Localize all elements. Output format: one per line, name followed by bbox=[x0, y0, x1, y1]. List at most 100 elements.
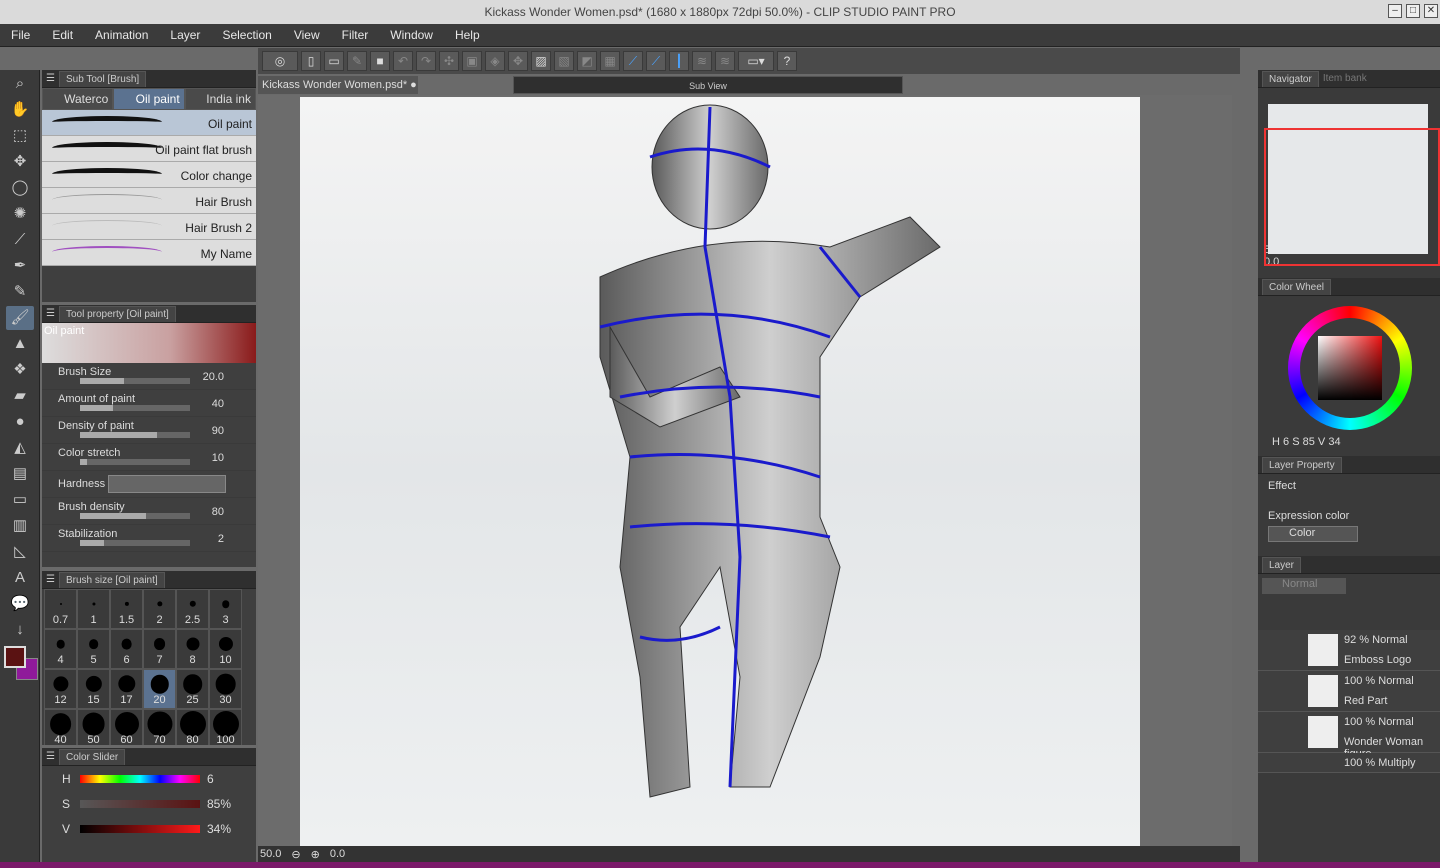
brush-size-option[interactable]: 2 bbox=[143, 589, 176, 629]
layout-dropdown-icon[interactable]: ▭▾ bbox=[738, 51, 774, 71]
brush-size-option[interactable]: 60 bbox=[110, 709, 143, 745]
property-row[interactable]: Brush density 80 bbox=[42, 498, 256, 525]
brush-size-option[interactable]: 100 bbox=[209, 709, 242, 745]
brush-size-option[interactable]: 5 bbox=[77, 629, 110, 669]
help-icon[interactable]: ? bbox=[777, 51, 797, 71]
blend-mode-select[interactable]: Normal bbox=[1262, 578, 1346, 594]
clip-studio-icon[interactable]: ◎ bbox=[262, 51, 298, 71]
minimize-button[interactable]: – bbox=[1388, 4, 1402, 18]
menu-layer[interactable]: Layer bbox=[159, 28, 211, 42]
transform-icon[interactable]: ✥ bbox=[508, 51, 528, 71]
save-icon[interactable]: ■ bbox=[370, 51, 390, 71]
hardness-selector[interactable] bbox=[108, 475, 226, 493]
airbrush-icon[interactable]: ▲ bbox=[6, 332, 34, 356]
property-row[interactable]: Density of paint 90 bbox=[42, 417, 256, 444]
brush-icon[interactable]: 🖌 bbox=[6, 306, 34, 330]
layer-row[interactable]: 100 % Normal Red Part bbox=[1258, 671, 1440, 712]
brush-size-option[interactable]: 80 bbox=[176, 709, 209, 745]
deselect-icon[interactable]: ▧ bbox=[554, 51, 574, 71]
brush-item[interactable]: Color change bbox=[42, 162, 256, 188]
tab-watercolor[interactable]: Waterco bbox=[42, 88, 114, 110]
property-bar[interactable] bbox=[80, 405, 190, 411]
menu-view[interactable]: View bbox=[283, 28, 331, 42]
eraser-icon[interactable]: ▰ bbox=[6, 384, 34, 408]
property-row[interactable]: Color stretch 10 bbox=[42, 444, 256, 471]
document-tab[interactable]: Kickass Wonder Women.psd* ● bbox=[258, 76, 418, 94]
gradient-icon[interactable]: ▤ bbox=[6, 462, 34, 486]
layer-row[interactable]: 92 % Normal Emboss Logo bbox=[1258, 630, 1440, 671]
snap-grid-icon[interactable]: ┃ bbox=[669, 51, 689, 71]
close-button[interactable]: ✕ bbox=[1424, 4, 1438, 18]
angle-value[interactable]: 0.0 bbox=[330, 848, 345, 860]
zoom-icon[interactable]: ⌕ bbox=[6, 72, 34, 96]
cut-icon[interactable]: ▣ bbox=[462, 51, 482, 71]
balloon-icon[interactable]: 💬 bbox=[6, 592, 34, 616]
layer-down-icon[interactable]: ≋ bbox=[715, 51, 735, 71]
brush-size-option[interactable]: 0.7 bbox=[44, 589, 77, 629]
menu-icon[interactable]: ☰ bbox=[46, 308, 55, 319]
brush-size-option[interactable]: 70 bbox=[143, 709, 176, 745]
menu-window[interactable]: Window bbox=[379, 28, 444, 42]
property-row[interactable]: Stabilization 2 bbox=[42, 525, 256, 552]
saturation-value-square[interactable] bbox=[1318, 336, 1382, 400]
brush-item[interactable]: Oil paint flat brush bbox=[42, 136, 256, 162]
move-layer-icon[interactable]: ✥ bbox=[6, 150, 34, 174]
tab-oil-paint[interactable]: Oil paint bbox=[113, 88, 185, 110]
correct-line-icon[interactable]: ↓ bbox=[6, 618, 34, 642]
frame-icon[interactable]: ▥ bbox=[6, 514, 34, 538]
value-gradient[interactable] bbox=[80, 825, 200, 833]
fill-icon[interactable]: ◈ bbox=[485, 51, 505, 71]
property-bar[interactable] bbox=[80, 378, 190, 384]
menu-animation[interactable]: Animation bbox=[84, 28, 159, 42]
export-icon[interactable]: ✎ bbox=[347, 51, 367, 71]
value-slider[interactable]: V 34% bbox=[42, 816, 256, 841]
property-row[interactable]: Brush Size 20.0 bbox=[42, 363, 256, 390]
brush-size-option[interactable]: 2.5 bbox=[176, 589, 209, 629]
clear-icon[interactable]: ✣ bbox=[439, 51, 459, 71]
menu-help[interactable]: Help bbox=[444, 28, 491, 42]
brush-size-option[interactable]: 30 bbox=[209, 669, 242, 709]
brush-item[interactable]: Hair Brush bbox=[42, 188, 256, 214]
brush-size-option[interactable]: 6 bbox=[110, 629, 143, 669]
brush-size-option[interactable]: 8 bbox=[176, 629, 209, 669]
property-bar[interactable] bbox=[80, 513, 190, 519]
hue-gradient[interactable] bbox=[80, 775, 200, 783]
decoration-icon[interactable]: ❖ bbox=[6, 358, 34, 382]
redo-icon[interactable]: ↷ bbox=[416, 51, 436, 71]
menu-icon[interactable]: ☰ bbox=[46, 574, 55, 585]
brush-size-option[interactable]: 7 bbox=[143, 629, 176, 669]
brush-size-option[interactable]: 25 bbox=[176, 669, 209, 709]
lasso-icon[interactable]: ◯ bbox=[6, 176, 34, 200]
tab-navigator[interactable]: Navigator bbox=[1262, 70, 1319, 87]
pencil-icon[interactable]: ✎ bbox=[6, 280, 34, 304]
maximize-button[interactable]: □ bbox=[1406, 4, 1420, 18]
auto-select-icon[interactable]: ✺ bbox=[6, 202, 34, 226]
menu-filter[interactable]: Filter bbox=[331, 28, 380, 42]
menu-file[interactable]: File bbox=[0, 28, 41, 42]
property-row[interactable]: Amount of paint 40 bbox=[42, 390, 256, 417]
canvas-area[interactable] bbox=[258, 95, 1232, 846]
brush-size-option[interactable]: 15 bbox=[77, 669, 110, 709]
menu-icon[interactable]: ☰ bbox=[46, 73, 55, 84]
zoom-in-icon[interactable]: ⊕ bbox=[311, 848, 320, 861]
saturation-gradient[interactable] bbox=[80, 800, 200, 808]
open-file-icon[interactable]: ▭ bbox=[324, 51, 344, 71]
hue-slider[interactable]: H6 bbox=[42, 766, 256, 791]
show-selection-icon[interactable]: ▦ bbox=[600, 51, 620, 71]
menu-icon[interactable]: ☰ bbox=[46, 751, 55, 762]
brush-item[interactable]: Oil paint bbox=[42, 110, 256, 136]
brush-size-option[interactable]: 12 bbox=[44, 669, 77, 709]
layer-title[interactable]: Layer bbox=[1262, 556, 1302, 573]
snap-special-ruler-icon[interactable]: ⟋ bbox=[646, 51, 666, 71]
menu-edit[interactable]: Edit bbox=[41, 28, 84, 42]
expression-color-select[interactable]: Color bbox=[1268, 526, 1358, 542]
selection-icon[interactable]: ▨ bbox=[531, 51, 551, 71]
layer-row[interactable]: 100 % NormalWonder Woman figure bbox=[1258, 712, 1440, 760]
tab-india-ink[interactable]: India ink bbox=[184, 88, 256, 110]
navigator-view[interactable] bbox=[1258, 88, 1440, 266]
navigator-viewport-frame[interactable] bbox=[1264, 128, 1440, 266]
property-bar[interactable] bbox=[80, 459, 190, 465]
brush-size-option[interactable]: 20 bbox=[143, 669, 176, 709]
zoom-value[interactable]: 50.0 bbox=[260, 848, 281, 860]
brush-size-option[interactable]: 17 bbox=[110, 669, 143, 709]
